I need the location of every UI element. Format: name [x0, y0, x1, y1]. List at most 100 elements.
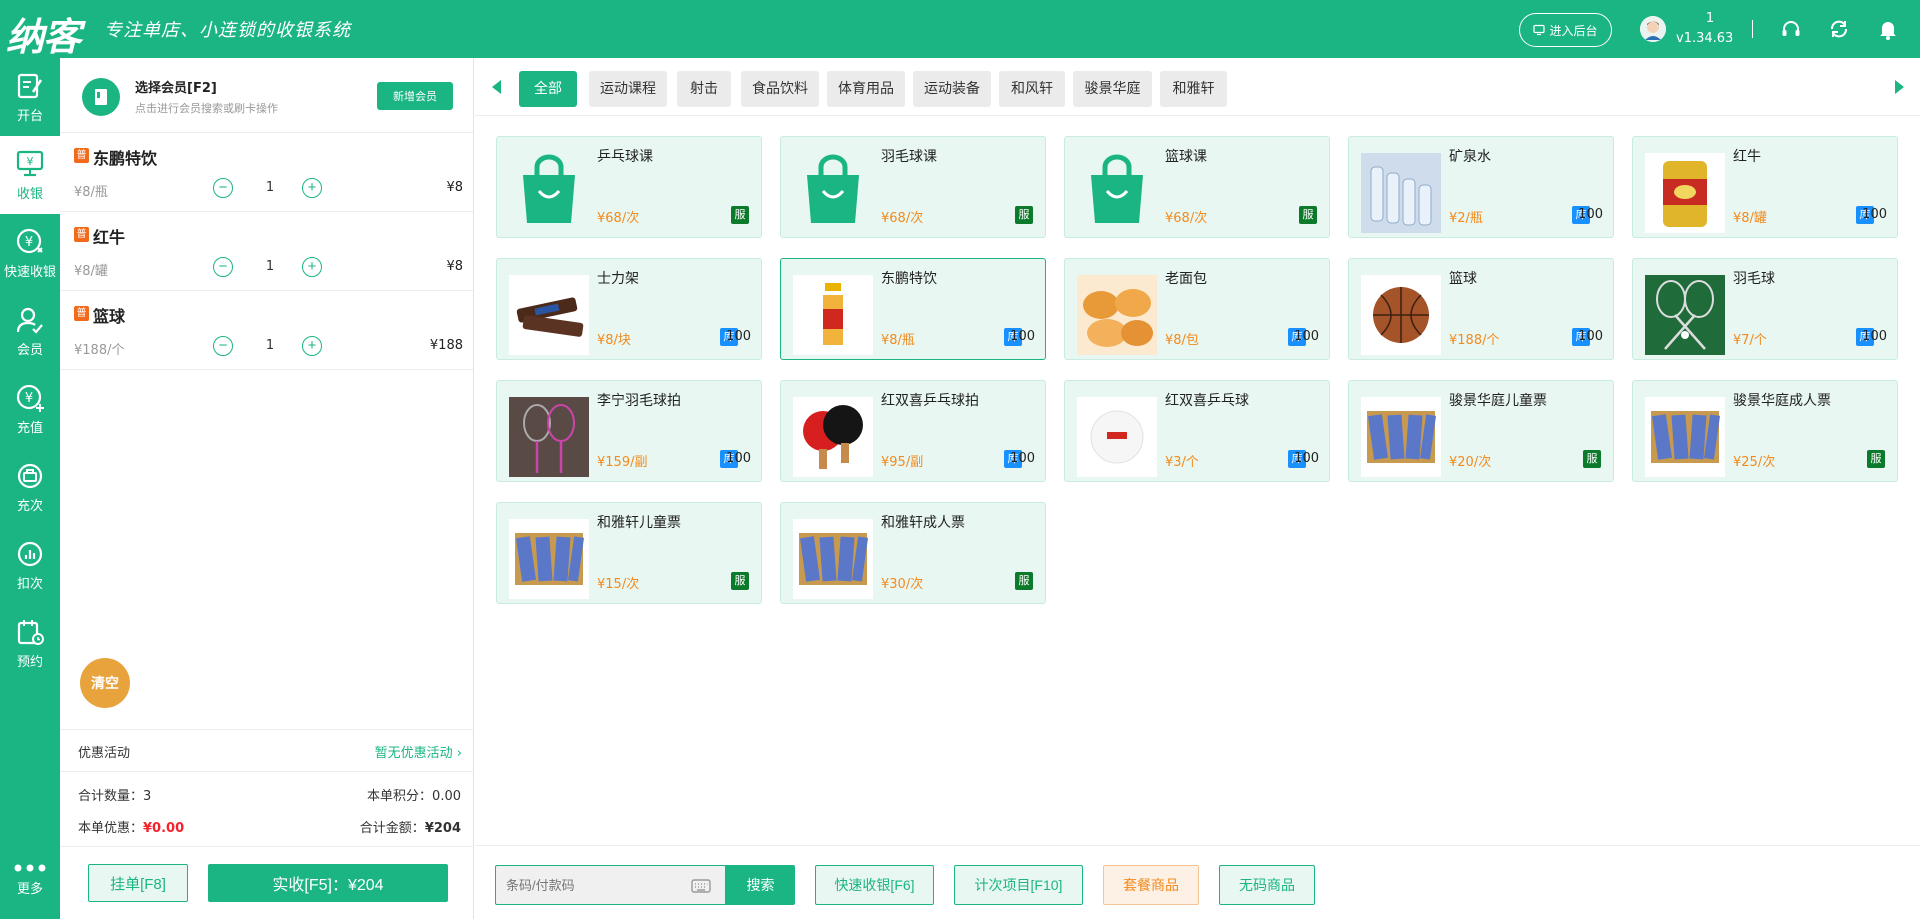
total-qty-label: 合计数量： — [78, 789, 144, 804]
decrease-qty-button[interactable]: − — [213, 336, 233, 356]
product-stock: 100 — [1010, 451, 1035, 466]
member-selector[interactable]: 选择会员[F2] 点击进行会员搜索或刷卡操作 新增会员 — [60, 58, 473, 133]
racket-image — [509, 397, 589, 477]
bag-icon — [793, 153, 873, 233]
quick-cashier-button[interactable]: 快速收银[F6] — [815, 865, 934, 905]
service-badge: 服 — [1299, 206, 1317, 224]
category-tab[interactable]: 骏景华庭 — [1073, 71, 1152, 107]
increase-qty-button[interactable]: + — [302, 336, 322, 356]
decrease-qty-button[interactable]: − — [213, 178, 233, 198]
clear-cart-button[interactable]: 清空 — [80, 658, 130, 708]
sidebar-item-deduct-times[interactable]: 扣次 — [0, 526, 60, 604]
sidebar-item-more[interactable]: 更多 — [0, 841, 60, 919]
category-tab[interactable]: 食品饮料 — [741, 71, 819, 107]
refresh-icon[interactable] — [1828, 18, 1850, 40]
sidebar-item-member[interactable]: 会员 — [0, 292, 60, 370]
product-price: ¥159/副 — [597, 455, 648, 470]
redbull-image — [1645, 153, 1725, 233]
sidebar-item-reservation[interactable]: 预约 — [0, 604, 60, 682]
product-card[interactable]: 李宁羽毛球拍 ¥159/副库 100 — [496, 380, 762, 482]
cart-item-unit-price: ¥8/罐 — [74, 264, 108, 279]
member-card-icon — [82, 78, 120, 116]
product-stock: 100 — [726, 451, 751, 466]
points: 本单积分：0.00 — [367, 785, 461, 804]
svg-text:¥: ¥ — [25, 391, 33, 406]
increase-qty-button[interactable]: + — [302, 257, 322, 277]
category-tab[interactable]: 和雅轩 — [1160, 71, 1227, 107]
product-price: ¥8/瓶 — [881, 333, 915, 348]
quick-cashier-icon: ¥ — [16, 228, 43, 254]
no-barcode-products-button[interactable]: 无码商品 — [1219, 865, 1315, 905]
sidebar-item-cashier[interactable]: ¥ 收银 — [0, 136, 60, 214]
category-tab[interactable]: 射击 — [677, 71, 731, 107]
reservation-icon — [17, 620, 44, 645]
service-badge: 服 — [1583, 450, 1601, 468]
avatar[interactable] — [1640, 16, 1666, 42]
barcode-input[interactable] — [506, 876, 676, 894]
scroll-left-arrow-icon[interactable] — [492, 80, 501, 94]
open-table-icon — [17, 73, 43, 99]
bread-image — [1077, 275, 1157, 355]
enter-admin-button[interactable]: 进入后台 — [1519, 13, 1612, 47]
product-card[interactable]: 羽毛球 ¥7/个库 100 — [1632, 258, 1898, 360]
product-card[interactable]: 老面包 ¥8/包库 100 — [1064, 258, 1330, 360]
bell-icon[interactable] — [1877, 18, 1899, 40]
category-tab[interactable]: 运动装备 — [913, 71, 991, 107]
sidebar-item-charge-times[interactable]: 充次 — [0, 448, 60, 526]
cart-item-subtotal: ¥188 — [429, 338, 463, 353]
cart-item: 普 东鹏特饮 ¥8/瓶 − 1 + ¥8 — [60, 133, 473, 212]
product-card[interactable]: 乒乓球课 ¥68/次 服 — [496, 136, 762, 238]
decrease-qty-button[interactable]: − — [213, 257, 233, 277]
add-member-button[interactable]: 新增会员 — [377, 82, 453, 110]
category-tab[interactable]: 体育用品 — [827, 71, 905, 107]
cart-item-name: 东鹏特饮 — [93, 149, 158, 168]
product-card[interactable]: 士力架 ¥8/块库 100 — [496, 258, 762, 360]
sidebar-item-open-table[interactable]: 开台 — [0, 58, 60, 136]
ticket-image — [793, 519, 873, 599]
increase-qty-button[interactable]: + — [302, 178, 322, 198]
category-tab-all[interactable]: 全部 — [519, 71, 577, 107]
category-tab[interactable]: 和风轩 — [999, 71, 1065, 107]
promotion-row[interactable]: 优惠活动 暂无优惠活动 › — [60, 729, 474, 772]
product-card[interactable]: 红双喜乒乓球拍 ¥95/副库 100 — [780, 380, 1046, 482]
sidebar-item-label: 预约 — [16, 655, 43, 670]
product-card[interactable]: 矿泉水 ¥2/瓶库 100 — [1348, 136, 1614, 238]
discount: 本单优惠：¥0.00 — [78, 817, 184, 836]
product-card[interactable]: 红双喜乒乓球 ¥3/个库 100 — [1064, 380, 1330, 482]
package-products-button[interactable]: 套餐商品 — [1103, 865, 1199, 905]
scroll-right-arrow-icon[interactable] — [1895, 80, 1904, 94]
product-card[interactable]: 东鹏特饮 ¥8/瓶库 100 — [780, 258, 1046, 360]
total-qty: 合计数量：3 — [78, 785, 151, 804]
cart-item-name: 红牛 — [93, 228, 126, 247]
count-items-button[interactable]: 计次项目[F10] — [954, 865, 1083, 905]
pay-button[interactable]: 实收[F5]：¥204 — [208, 864, 448, 902]
cart-item-qty[interactable]: 1 — [260, 180, 280, 195]
cart-item-qty[interactable]: 1 — [260, 259, 280, 274]
category-tab[interactable]: 运动课程 — [589, 71, 667, 107]
divider — [1752, 20, 1753, 38]
product-card[interactable]: 羽毛球课 ¥68/次 服 — [780, 136, 1046, 238]
product-card[interactable]: 和雅轩成人票 ¥30/次 服 — [780, 502, 1046, 604]
product-price: ¥188/个 — [1449, 333, 1500, 348]
product-card[interactable]: 篮球课 ¥68/次 服 — [1064, 136, 1330, 238]
cart-item-qty[interactable]: 1 — [260, 338, 280, 353]
deduct-times-icon — [17, 541, 43, 567]
hold-order-button[interactable]: 挂单[F8] — [88, 864, 188, 902]
product-card[interactable]: 和雅轩儿童票 ¥15/次 服 — [496, 502, 762, 604]
recharge-icon: ¥ — [16, 384, 44, 412]
barcode-search-box[interactable] — [495, 865, 726, 905]
keyboard-icon[interactable] — [691, 879, 711, 893]
headset-icon[interactable] — [1780, 18, 1802, 40]
product-card[interactable]: 骏景华庭儿童票 ¥20/次 服 — [1348, 380, 1614, 482]
sidebar-item-recharge[interactable]: ¥ 充值 — [0, 370, 60, 448]
product-card[interactable]: 骏景华庭成人票 ¥25/次 服 — [1632, 380, 1898, 482]
product-card[interactable]: 红牛 ¥8/罐库 100 — [1632, 136, 1898, 238]
sidebar-item-label: 会员 — [16, 343, 43, 358]
product-card[interactable]: 篮球 ¥188/个库 100 — [1348, 258, 1614, 360]
sidebar-item-quick-cashier[interactable]: ¥ 快速收银 — [0, 214, 60, 292]
product-name: 乒乓球课 — [597, 149, 653, 165]
product-name: 李宁羽毛球拍 — [597, 393, 681, 409]
sidebar-item-label: 充值 — [16, 421, 43, 436]
logo: 纳客 — [6, 14, 81, 59]
search-button[interactable]: 搜索 — [726, 865, 795, 905]
